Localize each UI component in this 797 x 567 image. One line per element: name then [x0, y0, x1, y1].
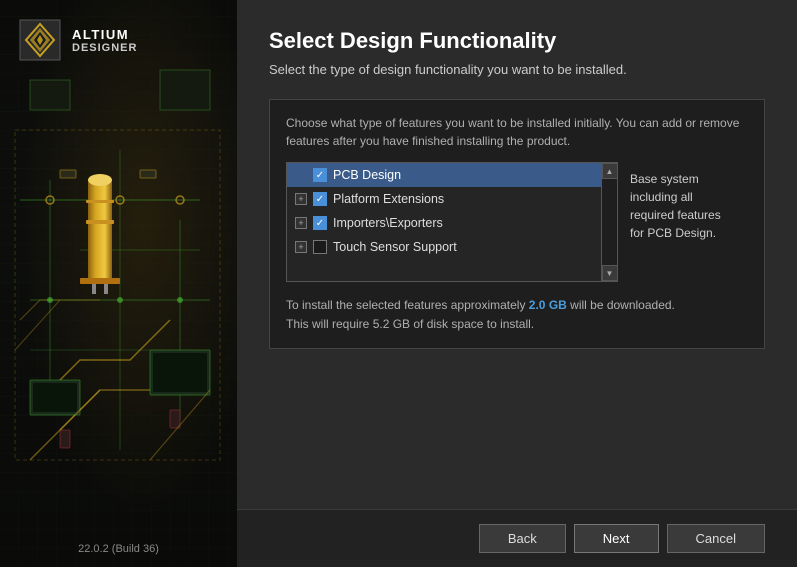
download-prefix: To install the selected features approxi… [286, 298, 529, 312]
left-panel: ALTIUM DESIGNER 22.0.2 (Build 36) [0, 0, 237, 567]
cancel-button[interactable]: Cancel [667, 524, 765, 553]
version-text: 22.0.2 (Build 36) [0, 543, 237, 555]
platform-extensions-checkbox[interactable]: ✓ [313, 192, 327, 206]
scrollbar-track [602, 179, 617, 265]
scrollbar-down-button[interactable]: ▼ [602, 265, 618, 281]
touch-sensor-expand[interactable]: + [295, 241, 307, 253]
feature-list-container: ✓ PCB Design + ✓ Platform Extensions + [286, 162, 748, 282]
importers-exporters-expand[interactable]: + [295, 217, 307, 229]
platform-extensions-expand[interactable]: + [295, 193, 307, 205]
feature-box: Choose what type of features you want to… [269, 99, 765, 349]
feature-list-wrapper: ✓ PCB Design + ✓ Platform Extensions + [286, 162, 602, 282]
right-panel: Select Design Functionality Select the t… [237, 0, 797, 567]
download-suffix: will be downloaded. [567, 298, 675, 312]
importers-exporters-checkbox[interactable]: ✓ [313, 216, 327, 230]
content-area: Select Design Functionality Select the t… [237, 0, 797, 509]
platform-extensions-label: Platform Extensions [333, 192, 444, 206]
logo-altium: ALTIUM [72, 27, 137, 42]
download-info: To install the selected features approxi… [286, 296, 748, 334]
logo-area: ALTIUM DESIGNER [18, 18, 137, 62]
scrollbar-up-button[interactable]: ▲ [602, 163, 618, 179]
next-button[interactable]: Next [574, 524, 659, 553]
download-size: 2.0 GB [529, 298, 567, 312]
feature-scrollbar[interactable]: ▲ ▼ [602, 162, 618, 282]
touch-sensor-label: Touch Sensor Support [333, 240, 457, 254]
feature-item-platform-extensions[interactable]: + ✓ Platform Extensions [287, 187, 601, 211]
logo-text: ALTIUM DESIGNER [72, 27, 137, 54]
feature-item-pcb-design[interactable]: ✓ PCB Design [287, 163, 601, 187]
feature-item-importers-exporters[interactable]: + ✓ Importers\Exporters [287, 211, 601, 235]
download-info-area: To install the selected features approxi… [286, 296, 748, 334]
download-line2: This will require 5.2 GB of disk space t… [286, 315, 748, 334]
page-title: Select Design Functionality [269, 28, 765, 54]
feature-list: ✓ PCB Design + ✓ Platform Extensions + [286, 162, 602, 282]
page-subtitle: Select the type of design functionality … [269, 62, 765, 77]
altium-logo-icon [18, 18, 62, 62]
bottom-bar: Back Next Cancel [237, 509, 797, 567]
pcb-design-checkbox[interactable]: ✓ [313, 168, 327, 182]
download-line1: To install the selected features approxi… [286, 296, 748, 315]
back-button[interactable]: Back [479, 524, 566, 553]
feature-item-touch-sensor[interactable]: + Touch Sensor Support [287, 235, 601, 259]
logo-designer: DESIGNER [72, 42, 137, 54]
pcb-design-label: PCB Design [333, 168, 401, 182]
importers-exporters-label: Importers\Exporters [333, 216, 443, 230]
feature-description-text: Choose what type of features you want to… [286, 114, 748, 150]
feature-side-description: Base system including all required featu… [618, 162, 748, 282]
pcb-artwork [0, 0, 237, 567]
touch-sensor-checkbox[interactable] [313, 240, 327, 254]
